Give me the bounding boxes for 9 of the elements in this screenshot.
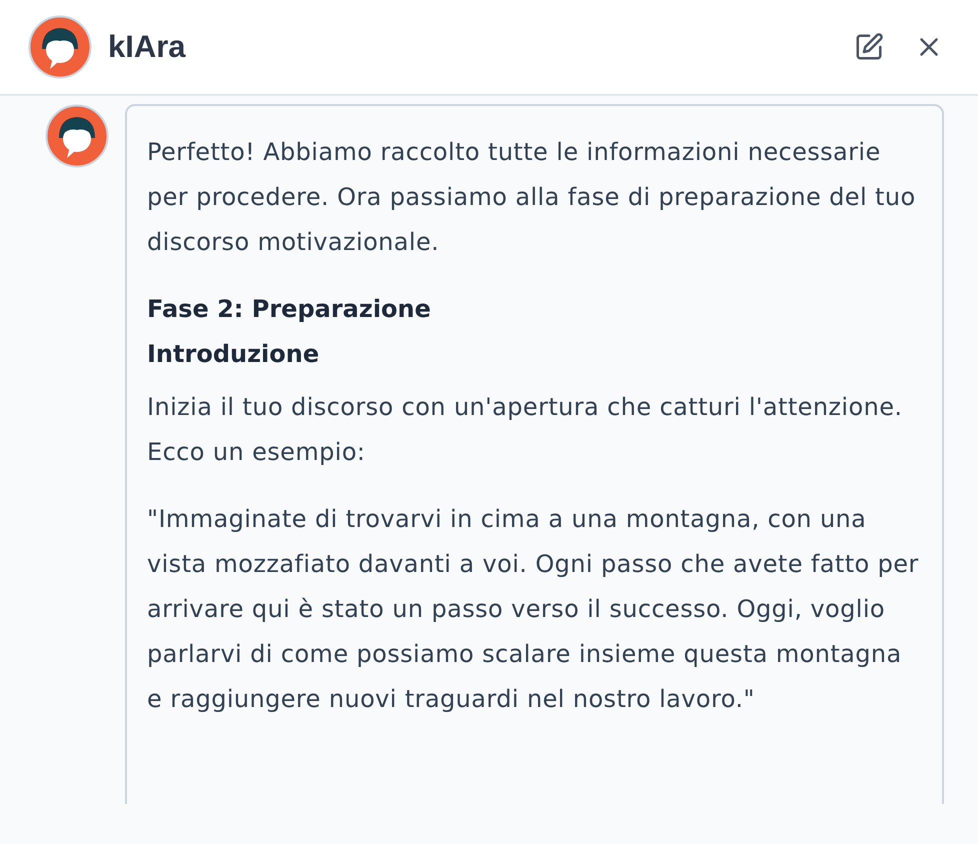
avatar-icon [28,15,92,79]
section-subheading: Introduzione [147,339,320,370]
message-text: "Immaginate di trovarvi in cima a una montagna, con una vista mozzafiato davanti a voi. Ogni passo che avete fatto per arrivare qui è stato un passo verso il successo. Oggi, voglio parlarvi di come possiamo scalare insieme questa montagna e raggiungere nuovi traguardi nel nostro lavoro." [147,504,920,715]
avatar-icon [45,104,109,168]
edit-icon [854,32,884,62]
message-text: Perfetto! Abbiamo raccolto tutte le informazioni necessarie per procedere. Ora passiamo alla fase di preparazione del tuo discorso motivazionale. [147,137,917,258]
section-heading: Fase 2: Preparazione [147,294,432,325]
message-text: Inizia il tuo discorso con un'apertura che catturi l'attenzione. Ecco un esempio: [147,392,904,468]
chat-title: kIAra [108,29,187,65]
